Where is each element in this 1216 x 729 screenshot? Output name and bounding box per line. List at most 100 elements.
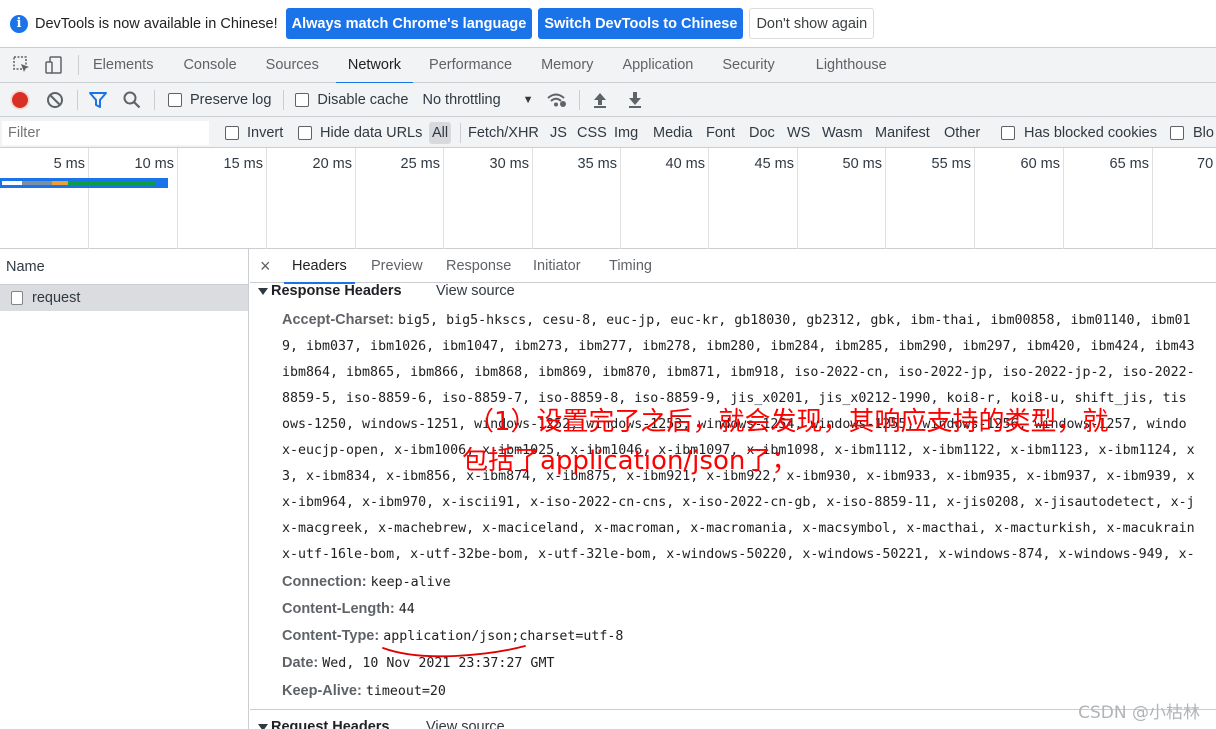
preserve-log-checkbox[interactable] xyxy=(168,92,182,107)
main-tab-bar: Elements Console Sources Network Perform… xyxy=(0,48,1216,84)
handwritten-underline xyxy=(382,645,526,658)
language-infobar: i DevTools is now available in Chinese! … xyxy=(0,0,1216,48)
import-har-icon[interactable] xyxy=(589,89,611,111)
switch-to-chinese-button[interactable]: Switch DevTools to Chinese xyxy=(538,8,744,39)
type-filter-media[interactable]: Media xyxy=(653,117,693,148)
tick-label: 5 ms xyxy=(53,156,85,172)
type-filter-doc[interactable]: Doc xyxy=(749,117,775,148)
tab-timing[interactable]: Timing xyxy=(609,249,652,283)
tab-initiator[interactable]: Initiator xyxy=(533,249,581,283)
tab-memory[interactable]: Memory xyxy=(541,48,593,83)
tab-sources[interactable]: Sources xyxy=(266,48,319,83)
watermark: CSDN @小枯林 xyxy=(1078,703,1200,723)
filter-row: Invert Hide data URLs All Fetch/XHR JS C… xyxy=(0,117,1216,148)
accept-charset-continuation: x-macgreek, x-machebrew, x-maciceland, x… xyxy=(282,521,1195,536)
disable-cache-label: Disable cache xyxy=(317,91,409,108)
tick-label: 15 ms xyxy=(223,156,264,172)
type-filter-css[interactable]: CSS xyxy=(577,117,607,148)
blocked-requests-option[interactable]: Blo xyxy=(1170,117,1214,148)
hide-data-urls-option[interactable]: Hide data URLs xyxy=(298,117,422,148)
expand-triangle-icon xyxy=(258,287,268,295)
toolbar-divider xyxy=(77,89,78,110)
tab-headers[interactable]: Headers xyxy=(284,249,355,284)
device-toolbar-icon[interactable] xyxy=(43,54,65,76)
tab-network[interactable]: Network xyxy=(335,48,414,84)
toolbar-divider xyxy=(78,55,79,75)
tab-response[interactable]: Response xyxy=(446,249,511,283)
request-headers-toggle[interactable]: Request Headers xyxy=(258,719,389,729)
tab-preview[interactable]: Preview xyxy=(371,249,423,283)
type-filter-font[interactable]: Font xyxy=(706,117,735,148)
type-filter-other[interactable]: Other xyxy=(944,117,980,148)
request-row[interactable]: request xyxy=(0,285,248,311)
close-icon[interactable]: × xyxy=(260,249,271,283)
accept-charset-continuation: x-ibm964, x-ibm970, x-iscii91, x-iso-202… xyxy=(282,495,1195,510)
tab-application[interactable]: Application xyxy=(622,48,693,83)
request-name: request xyxy=(32,290,81,306)
type-filter-ws[interactable]: WS xyxy=(787,117,810,148)
request-view-source-link[interactable]: View source xyxy=(426,719,505,729)
tick-label: 50 ms xyxy=(842,156,883,172)
tick-label: 60 ms xyxy=(1020,156,1061,172)
type-filter-fetch-xhr[interactable]: Fetch/XHR xyxy=(468,117,539,148)
tick-label: 70 xyxy=(1197,156,1214,172)
annotation-line-2: 包括了application/json了； xyxy=(462,446,798,476)
tick-label: 65 ms xyxy=(1109,156,1150,172)
annotation-line-1: （1）设置完了之后，就会发现，其响应支持的类型，就 xyxy=(468,407,1109,437)
tab-console[interactable]: Console xyxy=(183,48,236,83)
tick-label: 40 ms xyxy=(665,156,706,172)
search-icon[interactable] xyxy=(121,89,143,111)
tick-label: 35 ms xyxy=(577,156,618,172)
export-har-icon[interactable] xyxy=(624,89,646,111)
accept-charset-header: Accept-Charset: big5, big5-hkscs, cesu-8… xyxy=(282,312,1191,328)
type-filter-wasm[interactable]: Wasm xyxy=(822,117,863,148)
accept-charset-continuation: 8859-5, iso-8859-6, iso-8859-7, iso-8859… xyxy=(282,391,1187,406)
filter-input[interactable] xyxy=(2,121,209,145)
type-filter-all[interactable]: All xyxy=(429,117,452,148)
has-blocked-cookies-option[interactable]: Has blocked cookies xyxy=(1001,117,1157,148)
accept-charset-continuation: x-utf-16le-bom, x-utf-32be-bom, x-utf-32… xyxy=(282,547,1195,562)
dont-show-again-button[interactable]: Don't show again xyxy=(749,8,875,39)
filter-icon[interactable] xyxy=(87,89,109,111)
tab-security[interactable]: Security xyxy=(722,48,774,83)
always-match-language-button[interactable]: Always match Chrome's language xyxy=(285,8,533,39)
tab-performance[interactable]: Performance xyxy=(429,48,512,83)
accept-charset-continuation: ibm864, ibm865, ibm866, ibm868, ibm869, … xyxy=(282,365,1195,380)
response-view-source-link[interactable]: View source xyxy=(436,283,515,299)
document-icon xyxy=(11,291,23,305)
name-column-header[interactable]: Name xyxy=(0,249,248,285)
tick-label: 45 ms xyxy=(754,156,795,172)
tab-elements[interactable]: Elements xyxy=(93,48,153,83)
type-filter-img[interactable]: Img xyxy=(614,117,638,148)
keep-alive-header: Keep-Alive: timeout=20 xyxy=(282,683,446,699)
type-filter-manifest[interactable]: Manifest xyxy=(875,117,930,148)
network-conditions-icon[interactable] xyxy=(546,89,568,111)
info-icon: i xyxy=(10,14,28,33)
expand-triangle-icon xyxy=(258,723,268,729)
throttling-select[interactable]: No throttling xyxy=(422,92,500,108)
toolbar-divider xyxy=(283,89,285,110)
request-list-pane: Name request xyxy=(0,249,249,729)
section-divider xyxy=(250,709,1216,710)
inspect-element-icon[interactable] xyxy=(11,54,33,76)
chevron-down-icon[interactable]: ▼ xyxy=(523,94,534,106)
invert-option[interactable]: Invert xyxy=(225,117,283,148)
type-filter-js[interactable]: JS xyxy=(550,117,567,148)
waterfall-bar xyxy=(0,178,168,188)
filter-divider xyxy=(460,123,461,143)
response-headers-toggle[interactable]: Response Headers xyxy=(258,283,402,299)
tick-label: 30 ms xyxy=(489,156,530,172)
tick-label: 25 ms xyxy=(400,156,441,172)
tab-lighthouse[interactable]: Lighthouse xyxy=(816,48,887,83)
tick-label: 20 ms xyxy=(312,156,353,172)
timeline-overview[interactable]: 5 ms 10 ms 15 ms 20 ms 25 ms 30 ms 35 ms… xyxy=(0,148,1216,249)
preserve-log-label: Preserve log xyxy=(190,91,272,108)
clear-icon[interactable] xyxy=(44,89,66,111)
record-icon[interactable] xyxy=(9,89,31,111)
accept-charset-continuation: 9, ibm037, ibm1026, ibm1047, ibm273, ibm… xyxy=(282,339,1195,354)
detail-tab-bar: × Headers Preview Response Initiator Tim… xyxy=(250,249,1216,284)
infobar-message: DevTools is now available in Chinese! xyxy=(35,15,278,32)
toolbar-divider xyxy=(578,89,580,110)
tick-label: 10 ms xyxy=(134,156,175,172)
disable-cache-checkbox[interactable] xyxy=(295,92,310,107)
